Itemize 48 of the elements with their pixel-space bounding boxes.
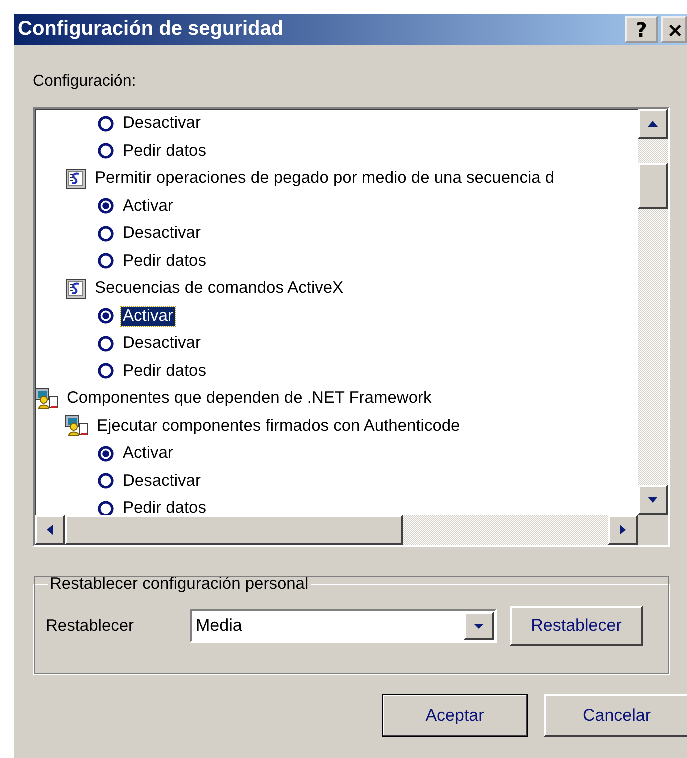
- radio-button[interactable]: [97, 197, 115, 216]
- radio-button[interactable]: [97, 307, 115, 326]
- setting-label: Permitir operaciones de pegado por medio de una secuencia d: [94, 169, 556, 188]
- scroll-down-icon: [647, 496, 659, 504]
- scroll-up-icon: [647, 120, 659, 128]
- close-button[interactable]: ×: [661, 16, 687, 43]
- option-label[interactable]: Pedir datos: [121, 142, 208, 161]
- radio-button[interactable]: [97, 224, 115, 243]
- cancel-button[interactable]: Cancelar: [544, 694, 687, 737]
- help-button[interactable]: ?: [625, 16, 658, 43]
- vertical-scrollbar[interactable]: [638, 109, 668, 515]
- script-icon: [65, 278, 87, 300]
- setting-label: Componentes que dependen de .NET Framework: [66, 389, 433, 408]
- radio-button[interactable]: [97, 114, 115, 133]
- dropdown-arrow-icon: [473, 622, 485, 630]
- radio-button[interactable]: [97, 444, 115, 463]
- scrollbar-thumb[interactable]: [65, 515, 403, 545]
- script-icon: [65, 168, 87, 190]
- radio-button[interactable]: [97, 142, 115, 160]
- radio-button[interactable]: [97, 334, 115, 353]
- radio-button[interactable]: [97, 362, 115, 380]
- component-icon: [65, 415, 89, 438]
- scroll-right-icon: [619, 524, 627, 536]
- option-label[interactable]: Activar: [121, 306, 176, 326]
- scroll-left-icon: [46, 524, 54, 536]
- option-label[interactable]: Desactivar: [121, 334, 203, 354]
- radio-button[interactable]: [97, 252, 115, 270]
- option-label[interactable]: Desactivar: [121, 472, 203, 491]
- reset-label: Restablecer: [46, 616, 136, 636]
- ok-button[interactable]: Aceptar: [382, 694, 528, 737]
- setting-label: Ejecutar componentes firmados con Authenticode: [96, 416, 462, 436]
- radio-button[interactable]: [97, 472, 115, 490]
- option-label[interactable]: Activar: [121, 444, 176, 464]
- reset-button[interactable]: Restablecer: [510, 606, 643, 646]
- option-label[interactable]: Desactivar: [121, 224, 203, 244]
- window-title: Configuración de seguridad: [18, 18, 284, 41]
- option-label[interactable]: Pedir datos: [121, 252, 208, 271]
- option-label[interactable]: Activar: [121, 196, 176, 216]
- option-label[interactable]: Pedir datos: [121, 362, 208, 381]
- settings-label: Configuración:: [33, 73, 138, 92]
- scrollbar-corner: [638, 515, 668, 545]
- horizontal-scrollbar[interactable]: [35, 515, 638, 545]
- option-label[interactable]: Desactivar: [121, 114, 203, 134]
- group-title: Restablecer configuración personal: [49, 575, 310, 594]
- option-label[interactable]: Pedir datos: [121, 499, 208, 515]
- setting-label: Secuencias de comandos ActiveX: [94, 279, 345, 298]
- level-dropdown[interactable]: Media: [190, 609, 497, 643]
- scrollbar-thumb[interactable]: [638, 163, 668, 209]
